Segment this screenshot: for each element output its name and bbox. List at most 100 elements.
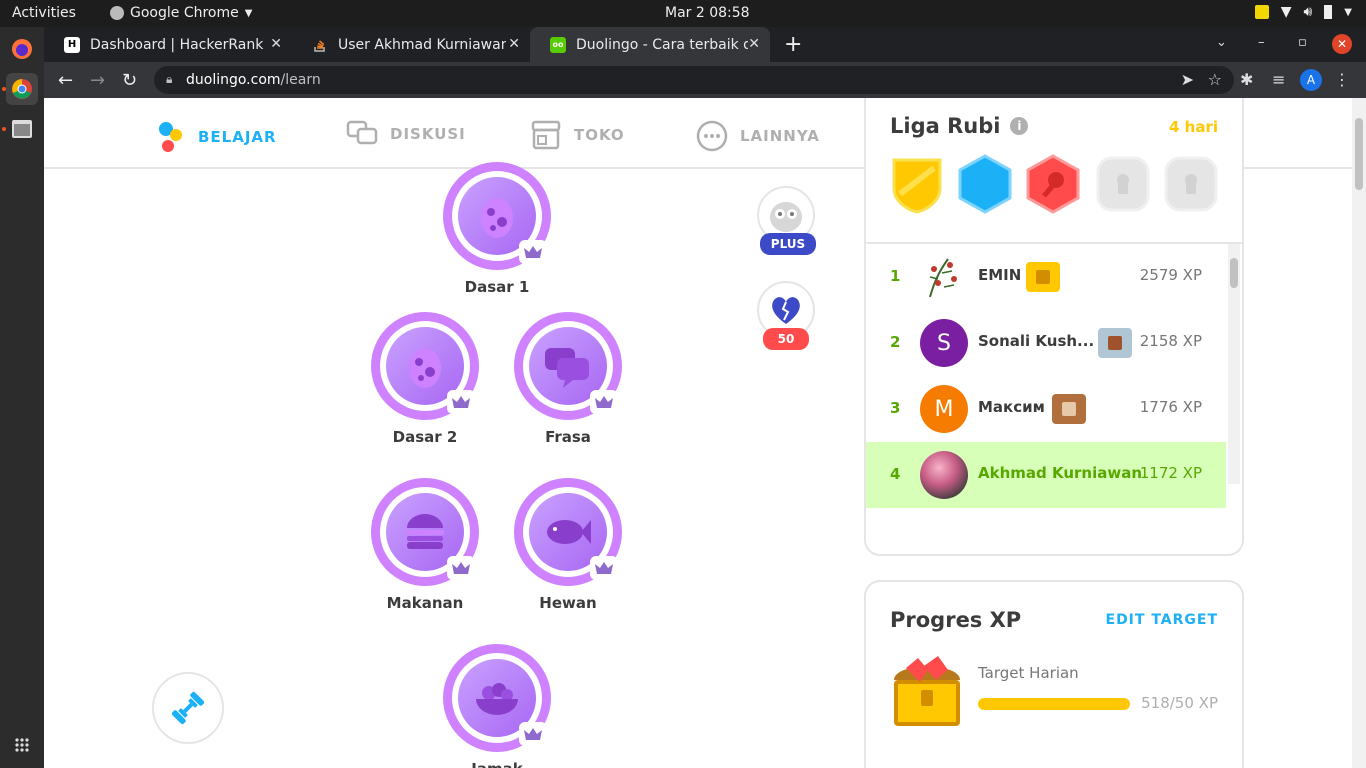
- leaderboard-row[interactable]: 3 M Максим 1776 XP: [866, 376, 1226, 442]
- back-button[interactable]: ←: [58, 70, 73, 91]
- chevron-down-icon: ▼: [1344, 6, 1352, 18]
- lock-icon[interactable]: 🔒︎: [166, 72, 172, 87]
- xp-value: 2158 XP: [1139, 332, 1202, 350]
- daily-target-label: Target Harian: [978, 664, 1079, 682]
- notes-icon: [1254, 5, 1269, 19]
- locked-league-badge-icon: [1096, 156, 1150, 212]
- crown-level-icon: [519, 240, 547, 264]
- reload-button[interactable]: ↻: [122, 70, 137, 91]
- show-apps-icon[interactable]: [6, 729, 38, 761]
- fish-icon: [547, 520, 591, 544]
- close-icon[interactable]: ✕: [508, 36, 520, 52]
- activities-button[interactable]: Activities: [12, 5, 76, 21]
- dock: [0, 27, 44, 768]
- send-icon[interactable]: ➤: [1181, 70, 1194, 89]
- bookmark-star-icon[interactable]: ☆: [1208, 70, 1222, 89]
- battery-icon: [1324, 5, 1333, 19]
- rank: 1: [890, 267, 901, 285]
- scrollbar-thumb[interactable]: [1355, 118, 1363, 190]
- leaderboard-row[interactable]: 1 EMIN 2579 XP: [866, 244, 1226, 310]
- xp-progress-fill: [978, 698, 1130, 710]
- plus-owl-icon: [770, 202, 802, 232]
- xp-progress-value: 518/50 XP: [1141, 694, 1218, 712]
- xp-progress-bar: [978, 698, 1130, 710]
- close-icon[interactable]: ✕: [270, 36, 282, 52]
- hearts-count: 50: [763, 328, 809, 350]
- info-icon[interactable]: i: [1010, 117, 1029, 135]
- dumbbell-icon: [171, 691, 205, 725]
- tab-duolingo[interactable]: oo Duolingo - Cara terbaik di ✕: [530, 27, 770, 62]
- user-name: Sonali Kush...: [978, 332, 1095, 350]
- nav-shop-label: TOKO: [574, 126, 625, 144]
- maximize-button[interactable]: ▫: [1298, 35, 1307, 50]
- close-window-button[interactable]: ✕: [1332, 34, 1352, 54]
- minimize-button[interactable]: –: [1258, 35, 1265, 50]
- skill-hewan[interactable]: Hewan: [514, 478, 622, 612]
- skill-label: Hewan: [539, 594, 597, 612]
- rank: 2: [890, 333, 901, 351]
- skill-dasar-1[interactable]: Dasar 1: [443, 162, 551, 296]
- ruby-league-badge-icon: [1026, 154, 1080, 214]
- nav-more-label: LAINNYA: [740, 127, 820, 145]
- crown-level-icon: [447, 556, 475, 580]
- chrome-icon[interactable]: [6, 73, 38, 105]
- edit-target-button[interactable]: EDIT TARGET: [1106, 612, 1219, 628]
- chest-icon: [1052, 394, 1086, 424]
- league-panel: Liga Rubi i 4 hari 1 EMIN 2579 XP 2 S So: [864, 98, 1244, 556]
- chest-icon: [1098, 328, 1132, 358]
- user-name: EMIN: [978, 266, 1022, 284]
- browser-toolbar: ← → ↻ 🔒︎ duolingo.com/learn ➤ ☆ ✱ ≡ A ⋮: [44, 62, 1366, 98]
- new-tab-button[interactable]: +: [784, 32, 802, 57]
- plus-label[interactable]: PLUS: [760, 233, 816, 255]
- avatar: [920, 253, 968, 301]
- skill-label: Makanan: [386, 594, 464, 612]
- nav-more[interactable]: LAINNYA: [696, 120, 820, 152]
- nav-learn-label: BELAJAR: [198, 128, 277, 146]
- tab-hackerrank[interactable]: H Dashboard | HackerRank ✕: [44, 27, 292, 62]
- media-queue-icon[interactable]: ≡: [1272, 70, 1285, 89]
- page-scrollbar[interactable]: [1352, 98, 1366, 768]
- nav-discuss-label: DISKUSI: [390, 125, 466, 143]
- wifi-icon: ▼: [1280, 4, 1292, 20]
- gold-league-badge-icon: [892, 158, 942, 214]
- clock[interactable]: Mar 2 08:58: [665, 5, 750, 21]
- xp-progress-title: Progres XP: [890, 608, 1022, 632]
- menu-kebab-icon[interactable]: ⋮: [1334, 70, 1350, 89]
- tab-strip: H Dashboard | HackerRank ✕ User Akhmad K…: [44, 27, 1366, 62]
- stackoverflow-icon: [312, 37, 328, 53]
- tab-search-icon[interactable]: ⌄: [1216, 35, 1227, 50]
- leaderboard-scrollbar[interactable]: [1228, 244, 1240, 484]
- app-menu[interactable]: Google Chrome ▼: [110, 5, 252, 21]
- extensions-icon[interactable]: ✱: [1240, 70, 1253, 89]
- skill-frasa[interactable]: Frasa: [514, 312, 622, 446]
- leaderboard-row[interactable]: 2 S Sonali Kush... 2158 XP: [866, 310, 1226, 376]
- treasure-chest-icon: [894, 656, 960, 726]
- practice-button[interactable]: [152, 672, 224, 744]
- skill-label: Jamak: [443, 760, 551, 768]
- nav-discuss[interactable]: DISKUSI: [346, 120, 466, 148]
- close-icon[interactable]: ✕: [748, 36, 760, 52]
- leaderboard-row-current-user[interactable]: 4 Akhmad Kurniawan 1172 XP: [866, 442, 1226, 508]
- running-indicator: [2, 87, 6, 91]
- xp-value: 1172 XP: [1139, 464, 1202, 482]
- files-icon[interactable]: [6, 113, 38, 145]
- shop-icon: [531, 120, 561, 150]
- skill-dasar-2[interactable]: Dasar 2: [371, 312, 479, 446]
- nav-learn[interactable]: BELAJAR: [156, 120, 277, 154]
- tab-title: Dashboard | HackerRank: [90, 36, 264, 53]
- profile-avatar[interactable]: A: [1300, 69, 1322, 91]
- tab-title: User Akhmad Kurniawan -: [338, 36, 506, 53]
- skill-label: Dasar 1: [464, 278, 530, 296]
- address-bar[interactable]: 🔒︎ duolingo.com/learn ➤ ☆: [154, 66, 1234, 94]
- system-tray[interactable]: ▼ 🔊︎ ▼: [1254, 4, 1352, 20]
- nav-shop[interactable]: TOKO: [530, 120, 625, 150]
- league-title: Liga Rubi i: [890, 114, 1029, 138]
- skill-jamak[interactable]: Jamak: [443, 644, 551, 768]
- crown-level-icon: [519, 722, 547, 746]
- skill-label: Frasa: [545, 428, 591, 446]
- skill-makanan[interactable]: Makanan: [371, 478, 479, 612]
- firefox-icon[interactable]: [6, 33, 38, 65]
- tab-stackoverflow[interactable]: User Akhmad Kurniawan - ✕: [292, 27, 530, 62]
- forward-button[interactable]: →: [90, 70, 105, 91]
- url-path: /learn: [280, 72, 321, 88]
